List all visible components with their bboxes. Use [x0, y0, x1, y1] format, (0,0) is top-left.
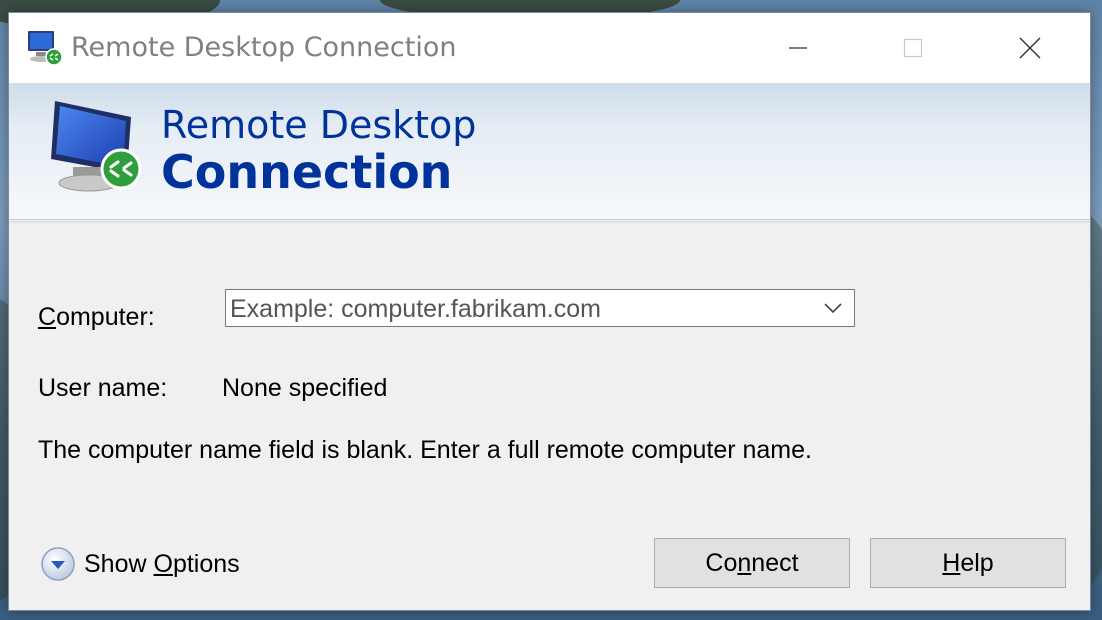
help-button[interactable]: Help — [870, 538, 1066, 588]
status-message: The computer name field is blank. Enter … — [38, 436, 812, 464]
banner-title-line1: Remote Desktop — [161, 103, 477, 147]
maximize-button[interactable] — [854, 13, 972, 83]
show-options-toggle[interactable]: Show Options — [40, 546, 240, 582]
minimize-icon — [789, 47, 807, 49]
username-label: User name: — [38, 374, 168, 402]
computer-input[interactable]: Example: computer.fabrikam.com — [230, 295, 601, 324]
minimize-button[interactable] — [739, 13, 857, 83]
header-banner: Remote Desktop Connection — [9, 83, 1090, 220]
computer-label: Computer: — [38, 303, 155, 331]
banner-divider — [9, 221, 1090, 223]
show-options-label[interactable]: Show Options — [84, 550, 240, 579]
remote-desktop-window: Remote Desktop Connection Remote Desktop… — [8, 12, 1091, 611]
remote-desktop-icon — [28, 31, 63, 66]
username-value: None specified — [222, 374, 388, 402]
title-bar[interactable]: Remote Desktop Connection — [9, 13, 1090, 83]
expand-circle-icon[interactable] — [40, 546, 76, 582]
chevron-down-icon[interactable] — [822, 300, 844, 316]
maximize-icon — [903, 38, 923, 58]
close-icon — [1019, 37, 1041, 59]
computer-combobox[interactable]: Example: computer.fabrikam.com — [225, 289, 855, 327]
connect-button[interactable]: Co n nect — [654, 538, 850, 588]
close-button[interactable] — [971, 13, 1089, 83]
banner-title-line2: Connection — [161, 145, 453, 199]
window-title: Remote Desktop Connection — [71, 32, 457, 63]
remote-desktop-logo-icon — [51, 101, 142, 192]
